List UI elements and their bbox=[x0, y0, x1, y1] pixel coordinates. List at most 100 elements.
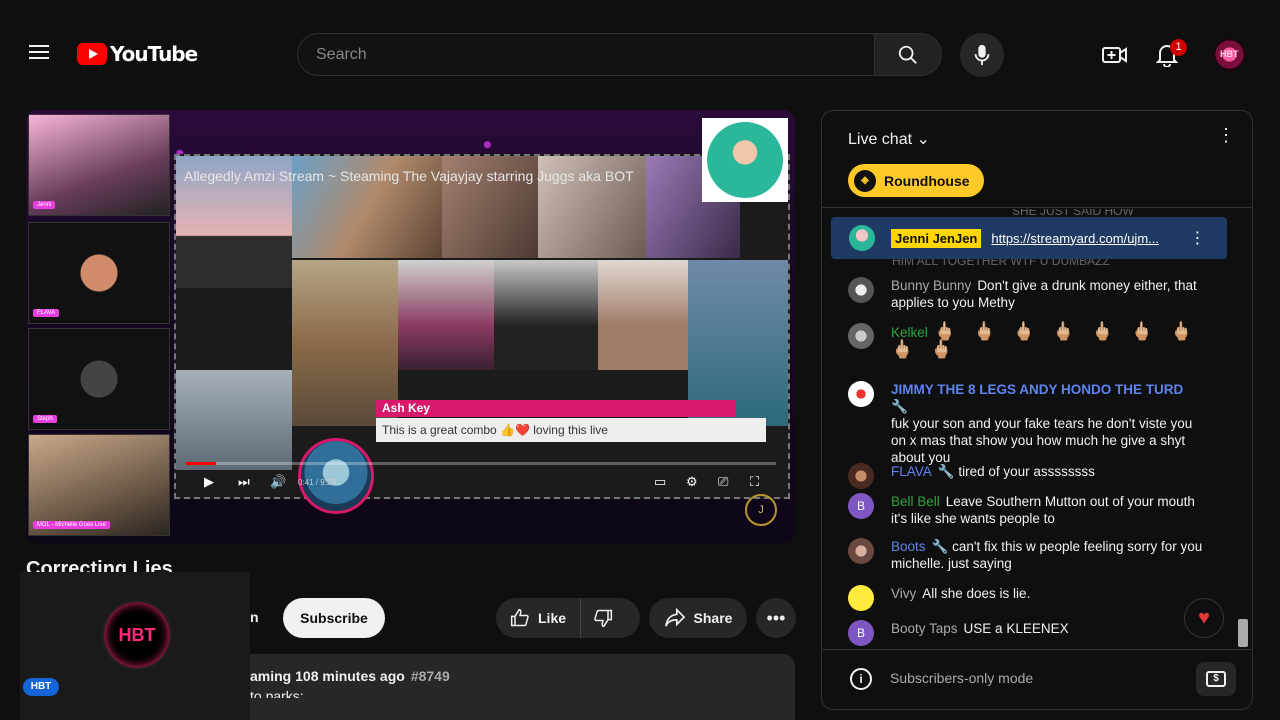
chat-message: FLAVA 🔧 tired of your assssssss bbox=[848, 463, 1208, 489]
chat-author[interactable]: FLAVA bbox=[891, 464, 932, 479]
like-label: Like bbox=[538, 610, 567, 626]
chat-author[interactable]: Bell Bell bbox=[891, 494, 940, 509]
chat-mode-dropdown[interactable]: Live chat ⌄ bbox=[848, 129, 930, 149]
chat-text: fuk your son and your fake tears he don'… bbox=[891, 416, 1193, 465]
channel-badge: HBT bbox=[23, 678, 59, 696]
chat-author[interactable]: Vivy bbox=[891, 586, 916, 601]
pinned-options-kebab-icon[interactable]: ⋮ bbox=[1189, 228, 1205, 248]
like-button[interactable]: Like bbox=[496, 598, 582, 638]
boots-avatar[interactable] bbox=[848, 538, 874, 564]
video-player[interactable]: Jenni FLAVA Steph MGL - Michelle Goes Li… bbox=[26, 110, 795, 543]
youtube-play-icon bbox=[77, 43, 107, 65]
chat-message: B Bell Bell Leave Southern Mutton out of … bbox=[848, 493, 1208, 527]
guest-tile-label: Jenni bbox=[33, 201, 56, 209]
guest-tile: FLAVA bbox=[28, 222, 170, 324]
channel-overlay: HBT HBT bbox=[20, 572, 250, 720]
pinned-message[interactable]: Jenni JenJen https://streamyard.com/ujm.… bbox=[831, 217, 1227, 259]
bellbell-avatar[interactable]: B bbox=[848, 493, 874, 519]
chat-message: B Booty Taps USE a KLEENEX bbox=[848, 620, 1208, 646]
share-label: Share bbox=[693, 610, 733, 626]
thumbs-up-icon bbox=[510, 608, 529, 627]
channel-logo[interactable]: HBT bbox=[102, 600, 172, 670]
avatar-text: HBT bbox=[1220, 49, 1239, 59]
kelkel-avatar[interactable] bbox=[848, 323, 874, 349]
chat-message: Kelkel 🖕🏼 🖕🏼 🖕🏼 🖕🏼 🖕🏼 🖕🏼 🖕🏼 🖕🏼 🖕🏼 bbox=[848, 322, 1208, 359]
hamburger-menu-icon[interactable] bbox=[24, 38, 54, 68]
vivy-avatar[interactable] bbox=[848, 585, 874, 611]
wrench-icon: 🔧 bbox=[891, 399, 908, 414]
guest-tile: MGL - Michelle Goes Live bbox=[28, 434, 170, 536]
pinned-link[interactable]: https://streamyard.com/ujm... bbox=[991, 231, 1177, 246]
description-box[interactable]: aming 108 minutes ago #8749 to parks: bbox=[250, 654, 795, 720]
live-chat-panel: Live chat ⌄ ⋮ ◈ Roundhouse Jenni JenJen … bbox=[821, 110, 1253, 710]
bootytaps-avatar[interactable]: B bbox=[848, 620, 874, 646]
dislike-button[interactable] bbox=[581, 598, 625, 638]
chat-author[interactable]: JIMMY THE 8 LEGS ANDY HONDO THE TURD bbox=[891, 382, 1183, 397]
create-button[interactable] bbox=[1100, 40, 1130, 70]
progress-fill bbox=[186, 462, 216, 465]
cartoon-avatar-icon bbox=[707, 122, 783, 198]
stage-cell bbox=[598, 260, 688, 370]
search-input[interactable] bbox=[316, 34, 874, 75]
account-avatar[interactable]: HBT bbox=[1213, 38, 1246, 71]
more-horizontal-icon: ••• bbox=[766, 607, 786, 628]
chat-text: tired of your assssssss bbox=[958, 464, 1095, 479]
heart-reaction-button[interactable]: ♥ bbox=[1184, 598, 1224, 638]
featured-comment-author: Ash Key bbox=[376, 400, 736, 417]
flava-avatar[interactable] bbox=[848, 463, 874, 489]
sticker-image bbox=[702, 118, 788, 202]
chat-message: Vivy All she does is lie. bbox=[848, 585, 1208, 611]
subscribers-only-text: Subscribers-only mode bbox=[890, 670, 1034, 686]
search-icon bbox=[898, 45, 917, 64]
stream-stage: Allegedly Amzi Stream ~ Steaming The Vaj… bbox=[174, 154, 790, 514]
share-button[interactable]: Share bbox=[649, 598, 747, 638]
join-button-fragment[interactable]: n bbox=[250, 609, 259, 625]
player-controls: ▶ ⏭ 🔊 0:41 / 9:29 ▭ ⚙ ⎚ ⛶ bbox=[174, 460, 790, 500]
coin-logo: J bbox=[745, 494, 777, 526]
volume-icon[interactable]: 🔊 bbox=[270, 474, 286, 490]
progress-bar[interactable] bbox=[186, 462, 776, 465]
featured-comment: Ash Key This is a great combo 👍❤️ loving… bbox=[376, 400, 766, 446]
voice-search-button[interactable] bbox=[960, 33, 1004, 77]
wrench-icon: 🔧 bbox=[931, 539, 949, 554]
chat-author[interactable]: Bunny Bunny bbox=[891, 278, 971, 293]
jimmy-avatar[interactable] bbox=[848, 381, 874, 407]
roundhouse-icon: ◈ bbox=[854, 169, 876, 192]
bunny-avatar[interactable] bbox=[848, 277, 874, 303]
settings-gear-icon[interactable]: ⚙ bbox=[686, 474, 698, 490]
guest-tiles: Jenni FLAVA Steph MGL - Michelle Goes Li… bbox=[28, 114, 170, 539]
chat-title: Live chat bbox=[848, 131, 913, 148]
chat-author[interactable]: Kelkel bbox=[891, 325, 928, 340]
super-chat-button[interactable]: $ bbox=[1196, 662, 1236, 696]
subscribe-button[interactable]: Subscribe bbox=[283, 598, 385, 638]
chat-message: JIMMY THE 8 LEGS ANDY HONDO THE TURD 🔧 fu… bbox=[848, 381, 1208, 466]
chat-author[interactable]: Boots bbox=[891, 539, 926, 554]
more-actions-button[interactable]: ••• bbox=[756, 598, 796, 638]
pinned-author: Jenni JenJen bbox=[891, 228, 982, 248]
stage-cell bbox=[494, 260, 598, 370]
chat-footer: i Subscribers-only mode $ bbox=[822, 649, 1252, 709]
notification-count-badge: 1 bbox=[1170, 39, 1187, 56]
chip-label: Roundhouse bbox=[884, 172, 970, 189]
logo-text: YouTube bbox=[110, 42, 198, 66]
subtitles-icon[interactable]: ▭ bbox=[654, 474, 666, 490]
info-icon[interactable]: i bbox=[850, 668, 872, 690]
masthead: YouTube 1 HBT bbox=[0, 0, 1280, 100]
stage-cell bbox=[398, 260, 494, 370]
fullscreen-icon[interactable]: ⛶ bbox=[750, 474, 759, 490]
share-arrow-icon bbox=[664, 608, 685, 627]
chat-options-kebab-icon[interactable]: ⋮ bbox=[1214, 125, 1238, 149]
youtube-logo[interactable]: YouTube bbox=[77, 42, 198, 66]
search-button[interactable] bbox=[874, 33, 942, 76]
play-icon[interactable]: ▶ bbox=[204, 474, 214, 490]
video-camera-plus-icon bbox=[1102, 47, 1127, 63]
chat-scrollbar[interactable] bbox=[1238, 619, 1248, 647]
stream-tag[interactable]: #8749 bbox=[411, 668, 450, 684]
chat-author[interactable]: Booty Taps bbox=[891, 621, 958, 636]
heart-icon: ♥ bbox=[1198, 606, 1210, 629]
next-icon[interactable]: ⏭ bbox=[238, 474, 250, 490]
guest-tile-label: Steph bbox=[33, 415, 57, 423]
guest-tile-label: MGL - Michelle Goes Live bbox=[33, 521, 110, 529]
chat-poll-chip[interactable]: ◈ Roundhouse bbox=[848, 164, 984, 197]
cast-icon[interactable]: ⎚ bbox=[718, 474, 728, 490]
